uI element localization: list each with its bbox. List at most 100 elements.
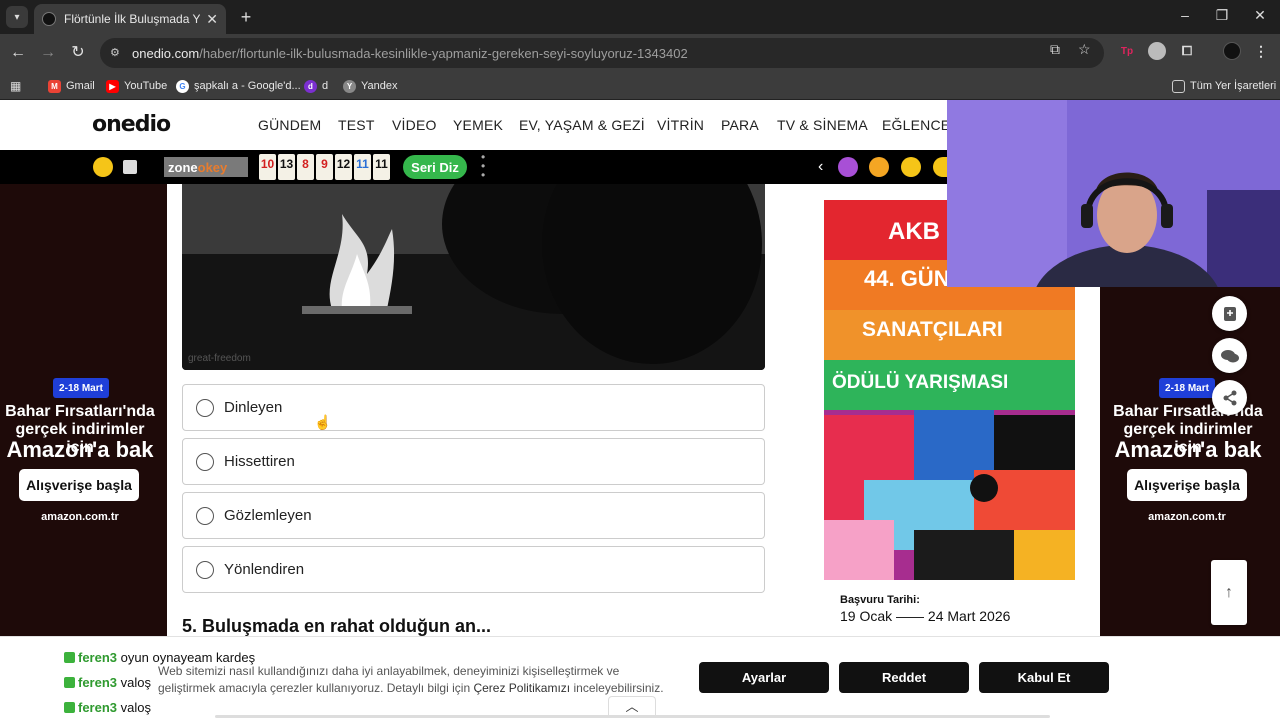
streamer-webcam-image <box>947 100 1280 287</box>
address-bar[interactable]: ⚙ onedio.com/haber/flortunle-ilk-bulusma… <box>100 38 1104 68</box>
new-tab-button[interactable]: + <box>236 6 256 28</box>
okey-tile[interactable]: 11 <box>354 154 371 180</box>
folder-icon <box>1172 79 1185 93</box>
yandex-icon: Y <box>343 79 356 93</box>
answer-label: Gözlemleyen <box>224 507 312 524</box>
all-bookmarks[interactable]: Tüm Yer İşaretleri <box>1172 77 1276 95</box>
reload-button[interactable]: ↻ <box>68 43 88 63</box>
close-window-button[interactable]: ✕ <box>1250 7 1270 24</box>
bookmark-youtube[interactable]: ▶ YouTube <box>106 77 167 95</box>
okey-tile[interactable]: 9 <box>316 154 333 180</box>
url-text[interactable]: onedio.com/haber/flortunle-ilk-bulusmada… <box>132 46 688 61</box>
okey-tile[interactable]: 10 <box>259 154 276 180</box>
poster-date-label: Başvuru Tarihi: <box>840 594 920 606</box>
bookmarks-bar: ▦ M Gmail ▶ YouTube Gşapkalı a - Google'd.… <box>0 72 1280 100</box>
cookie-policy-link[interactable]: Çerez Politikamızı <box>473 681 570 695</box>
bottom-divider <box>215 715 1050 718</box>
collapse-chevron-up-icon[interactable]: ︿ <box>608 696 656 716</box>
emoji-icon[interactable] <box>869 157 889 177</box>
tab-strip: ▾ Flörtünle İlk Buluşmada Yapmanız ✕ + –… <box>0 0 1280 34</box>
nav-tv-sinema[interactable]: TV & SİNEMA <box>777 117 868 133</box>
arrow-up-icon: ↑ <box>1225 583 1233 601</box>
scroll-to-top-button[interactable]: ↑ <box>1211 560 1247 625</box>
campfire-image <box>182 184 765 370</box>
game-window-icon[interactable] <box>123 160 137 174</box>
minimize-button[interactable]: – <box>1175 7 1195 23</box>
apps-grid-icon[interactable]: ▦ <box>10 77 21 95</box>
ad-shop-button[interactable]: Alışverişe başla <box>1127 469 1247 501</box>
emoji-prev-chevron-icon[interactable]: ‹ <box>818 158 823 176</box>
chat-message: feren3 valoş <box>64 675 151 690</box>
tab-search-button[interactable]: ▾ <box>6 6 28 28</box>
share-icon <box>1223 390 1236 405</box>
install-app-icon[interactable]: ⧉ <box>1050 41 1060 58</box>
emoji-icon[interactable] <box>933 157 947 177</box>
answer-label: Dinleyen <box>224 399 283 416</box>
comment-bubbles-icon <box>1220 349 1239 362</box>
chat-text: oyun oynayeam kardeş <box>120 650 256 665</box>
poster-date: 19 Ocak —— 24 Mart 2026 <box>840 608 1011 624</box>
seri-diz-button[interactable]: Seri Diz <box>403 155 467 179</box>
cookie-accept-button[interactable]: Kabul Et <box>979 662 1109 693</box>
cookie-reject-button[interactable]: Reddet <box>839 662 969 693</box>
poster-line-2: 44. GÜN <box>864 266 950 291</box>
chat-username: feren3 <box>78 700 118 715</box>
ad-shop-button[interactable]: Alışverişe başla <box>19 469 139 501</box>
radio-button[interactable] <box>196 452 214 471</box>
answer-option-hissettiren[interactable]: Hissettiren <box>182 438 765 485</box>
back-button[interactable]: ← <box>8 43 28 63</box>
nav-ev-yasam-gezi[interactable]: EV, YAŞAM & GEZİ <box>519 117 645 133</box>
bookmark-star-icon[interactable]: ☆ <box>1078 41 1091 58</box>
game-more-icon[interactable]: • • • <box>481 151 485 181</box>
nav-vitrin[interactable]: VİTRİN <box>657 117 704 133</box>
forward-button[interactable]: → <box>38 43 58 63</box>
bookmark-google[interactable]: Gşapkalı a - Google'd... <box>176 77 301 95</box>
chat-text: valoş <box>120 700 152 715</box>
cookie-settings-button[interactable]: Ayarlar <box>699 662 829 693</box>
emoji-icon[interactable] <box>838 157 858 177</box>
extensions-puzzle-icon[interactable]: ⧠ <box>1178 42 1196 60</box>
chat-badge-icon <box>64 652 75 663</box>
save-bookmark-button[interactable] <box>1212 296 1247 331</box>
ad-date-badge: 2-18 Mart <box>53 378 109 398</box>
game-face-icon[interactable] <box>93 157 113 177</box>
nav-gundem[interactable]: GÜNDEM <box>258 117 321 133</box>
close-tab-icon[interactable]: ✕ <box>206 11 218 28</box>
zone-okey-logo[interactable]: zone okey <box>164 157 248 177</box>
answer-option-yonlendiren[interactable]: Yönlendiren <box>182 546 765 593</box>
ad-line-3: Amazon'a bak <box>1114 437 1262 462</box>
maximize-button[interactable]: ❐ <box>1212 7 1232 24</box>
onedio-logo[interactable]: onedio <box>92 112 171 137</box>
nav-eglence[interactable]: EĞLENCE <box>882 117 950 133</box>
radio-button[interactable] <box>196 398 214 417</box>
bookmark-d[interactable]: dd <box>304 77 328 95</box>
share-button[interactable] <box>1212 380 1247 415</box>
bookmark-add-icon <box>1223 306 1236 321</box>
browser-menu-icon[interactable]: ⋮ <box>1252 42 1270 60</box>
profile-extension-icon[interactable] <box>1148 42 1166 60</box>
heart-eyes-emoji-icon[interactable] <box>901 157 921 177</box>
account-avatar[interactable] <box>1223 42 1241 60</box>
nav-para[interactable]: PARA <box>721 117 759 133</box>
okey-tile[interactable]: 8 <box>297 154 314 180</box>
poster-line-3: SANATÇILARI <box>862 318 1003 341</box>
bookmark-gmail[interactable]: M Gmail <box>48 77 95 95</box>
answer-option-dinleyen[interactable]: Dinleyen <box>182 384 765 431</box>
nav-video[interactable]: VİDEO <box>392 117 437 133</box>
bookmark-yandex[interactable]: Y Yandex <box>343 77 398 95</box>
site-info-icon[interactable]: ⚙ <box>110 46 124 60</box>
okey-tile[interactable]: 13 <box>278 154 295 180</box>
okey-tile[interactable]: 12 <box>335 154 352 180</box>
poster-line-1: AKB <box>888 218 940 245</box>
extension-tp-icon[interactable]: Tp <box>1118 42 1136 60</box>
radio-button[interactable] <box>196 560 214 579</box>
nav-test[interactable]: TEST <box>338 117 375 133</box>
comments-button[interactable] <box>1212 338 1247 373</box>
okey-tile[interactable]: 11 <box>373 154 390 180</box>
radio-button[interactable] <box>196 506 214 525</box>
cookie-text: Web sitemizi nasıl kullandığınızı daha i… <box>158 664 664 695</box>
nav-yemek[interactable]: YEMEK <box>453 117 503 133</box>
active-tab[interactable]: Flörtünle İlk Buluşmada Yapmanız ✕ <box>34 4 226 34</box>
tab-title: Flörtünle İlk Buluşmada Yapmanız <box>64 12 200 26</box>
answer-option-gozlemleyen[interactable]: Gözlemleyen <box>182 492 765 539</box>
